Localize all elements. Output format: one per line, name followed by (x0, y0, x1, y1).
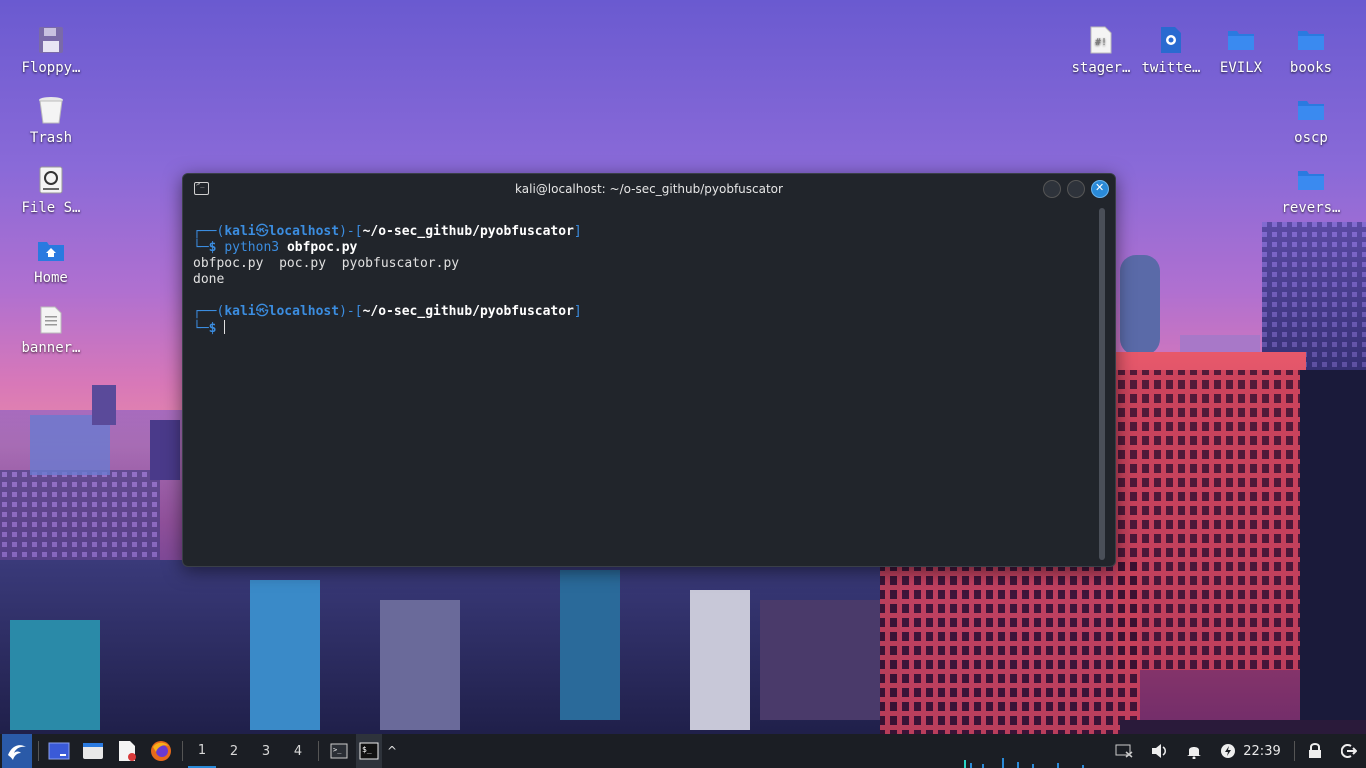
firefox-icon (151, 741, 171, 761)
prompt-user: kali (224, 304, 256, 319)
desktop-icon-evilx[interactable]: EVILX (1206, 20, 1276, 86)
desktop-icon-twitter[interactable]: twitte… (1136, 20, 1206, 86)
desktop-icon-books[interactable]: books (1276, 20, 1346, 86)
desktop-icon-filesystem[interactable]: File S… (16, 160, 86, 226)
prompt-open: ┌──( (193, 224, 225, 239)
prompt-dollar: $ (208, 240, 217, 255)
app-menu-button[interactable] (2, 734, 32, 768)
prompt-path: ~/o-sec_github/pyobfuscator (362, 304, 574, 319)
desktop-icon-label: Home (34, 270, 68, 286)
text-editor-launcher[interactable] (112, 734, 142, 768)
volume-icon[interactable] (1148, 734, 1172, 768)
desktop-icon-reverse[interactable]: revers… (1276, 160, 1346, 226)
terminal-window[interactable]: kali@localhost: ~/o-sec_github/pyobfusca… (182, 173, 1116, 567)
desktop-icon-oscp[interactable]: oscp (1276, 90, 1346, 156)
desktop-icon-banner[interactable]: banner… (16, 300, 86, 366)
terminal-icon: $_ (359, 742, 379, 760)
desktop-icon-home[interactable]: Home (16, 230, 86, 296)
command-name: python3 (224, 240, 280, 255)
folder-icon (1295, 94, 1327, 126)
chevron-up-icon[interactable]: ^ (384, 734, 400, 768)
prompt-close: ] (573, 224, 582, 239)
command-line: └─$ (193, 320, 1095, 337)
minimize-button[interactable] (1043, 180, 1061, 198)
workspace-3[interactable]: 3 (252, 734, 280, 768)
file-manager-icon (83, 743, 103, 759)
kali-dragon-icon (8, 745, 26, 760)
maximize-button[interactable] (1067, 180, 1085, 198)
desktop-icon-label: Floppy… (21, 60, 81, 76)
desktop-icon-label: oscp (1294, 130, 1328, 146)
desktop-icon-label: File S… (21, 200, 81, 216)
svg-text:#!: #! (1095, 37, 1107, 48)
file-manager-launcher[interactable] (78, 734, 108, 768)
python-file-icon (1155, 24, 1187, 56)
prompt-host: localhost (268, 304, 340, 319)
output-line: done (193, 272, 225, 287)
workspace-2[interactable]: 2 (220, 734, 248, 768)
text-cursor (224, 320, 226, 334)
folder-icon (1295, 24, 1327, 56)
desktop-icon-label: twitte… (1141, 60, 1201, 76)
prompt-prefix: └─ (193, 321, 209, 336)
prompt-path: ~/o-sec_github/pyobfuscator (362, 224, 574, 239)
text-editor-icon (119, 741, 136, 761)
close-button[interactable] (1091, 180, 1109, 198)
notifications-bell-icon[interactable] (1182, 734, 1206, 768)
desktop-icon (48, 742, 70, 760)
show-desktop-button[interactable] (44, 734, 74, 768)
command-arg: obfpoc.py (286, 240, 358, 255)
workspace-1[interactable]: 1 (188, 734, 216, 768)
output-line: obfpoc.py poc.py pyobfuscator.py (193, 256, 460, 271)
lock-screen-icon[interactable] (1302, 734, 1328, 768)
terminal-launcher[interactable]: >_ (326, 734, 352, 768)
prompt-close: ] (573, 304, 582, 319)
terminal-icon: >_ (330, 743, 348, 759)
text-file-icon (35, 304, 67, 336)
trash-icon (35, 94, 67, 126)
home-folder-icon (35, 234, 67, 266)
taskbar-window-terminal[interactable]: $_ (356, 734, 382, 768)
prompt-open: ┌──( (193, 304, 225, 319)
power-manager-icon[interactable] (1216, 734, 1240, 768)
desktop-icon-trash[interactable]: Trash (16, 90, 86, 156)
floppy-icon (35, 24, 67, 56)
prompt-line: ┌──(kali㉿localhost)-[~/o-sec_github/pyob… (193, 224, 1095, 240)
terminal-scrollbar[interactable] (1099, 208, 1105, 560)
taskbar: 1 2 3 4 >_ $_ ^ 22:39 (0, 734, 1366, 768)
desktop-icon-stager[interactable]: #! stager… (1066, 20, 1136, 86)
workspace-4[interactable]: 4 (284, 734, 312, 768)
drive-icon (35, 164, 67, 196)
svg-text:$_: $_ (362, 745, 372, 754)
desktop-icon-label: banner… (21, 340, 81, 356)
prompt-host: localhost (268, 224, 340, 239)
terminal-output[interactable]: ┌──(kali㉿localhost)-[~/o-sec_github/pyob… (193, 224, 1095, 558)
prompt-prefix: └─ (193, 240, 209, 255)
terminal-titlebar[interactable]: kali@localhost: ~/o-sec_github/pyobfusca… (183, 174, 1115, 204)
logout-icon[interactable] (1336, 734, 1362, 768)
desktop-icon-label: books (1289, 60, 1333, 76)
window-title: kali@localhost: ~/o-sec_github/pyobfusca… (515, 182, 783, 196)
network-status-icon[interactable] (1112, 734, 1136, 768)
prompt-at: ㉿ (255, 224, 269, 239)
cpu-graph (964, 758, 1084, 768)
command-line: └─$ python3 obfpoc.py (193, 240, 1095, 256)
script-file-icon: #! (1085, 24, 1117, 56)
prompt-mid: )-[ (339, 224, 363, 239)
desktop-icon-label: stager… (1071, 60, 1131, 76)
firefox-launcher[interactable] (146, 734, 176, 768)
svg-text:>_: >_ (333, 746, 342, 754)
desktop-icon-label: revers… (1281, 200, 1341, 216)
clock[interactable]: 22:39 (1242, 734, 1282, 768)
folder-icon (1295, 164, 1327, 196)
prompt-line: ┌──(kali㉿localhost)-[~/o-sec_github/pyob… (193, 304, 1095, 320)
prompt-dollar: $ (208, 321, 217, 336)
prompt-mid: )-[ (339, 304, 363, 319)
desktop-icon-floppy[interactable]: Floppy… (16, 20, 86, 86)
folder-icon (1225, 24, 1257, 56)
prompt-at: ㉿ (255, 304, 269, 319)
desktop-icon-label: EVILX (1219, 60, 1263, 76)
desktop-icon-label: Trash (29, 130, 73, 146)
prompt-user: kali (224, 224, 256, 239)
